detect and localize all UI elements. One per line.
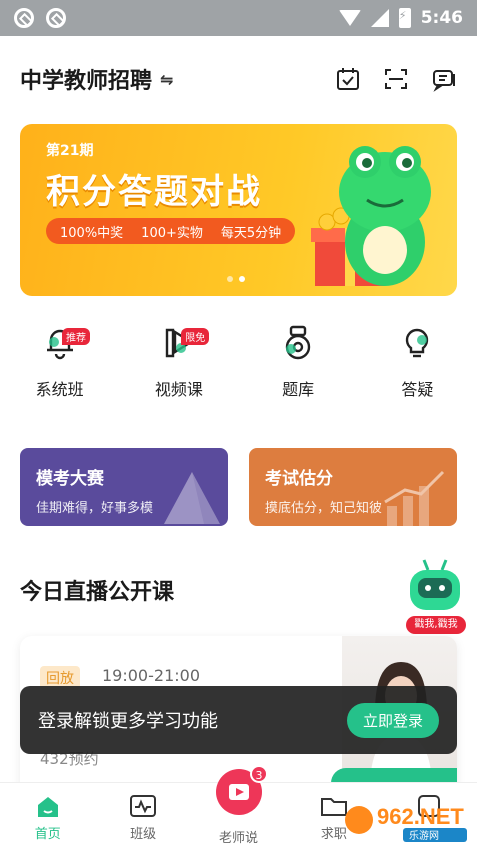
pulse-board-icon bbox=[128, 793, 158, 819]
home-icon bbox=[33, 793, 63, 819]
feature-cards: 模考大赛 佳期难得，好事多模 考试估分 摸底估分，知己知彼 bbox=[20, 448, 457, 526]
category-grid: 推荐 系统班 限免 视频课 题库 答疑 bbox=[0, 322, 477, 412]
promo-banner[interactable]: 第21期 积分答题对战 100%中奖 100+实物 每天5分钟 bbox=[20, 124, 457, 296]
notification-badge: 3 bbox=[249, 765, 268, 783]
mock-exam-card[interactable]: 模考大赛 佳期难得，好事多模 bbox=[20, 448, 228, 526]
notification-icon bbox=[46, 8, 66, 28]
switch-exam-icon[interactable]: ⇋ bbox=[160, 70, 173, 89]
banner-tag: 100+实物 bbox=[141, 225, 203, 241]
question-bank-icon bbox=[278, 322, 318, 362]
nav-home[interactable]: 首页 bbox=[0, 783, 95, 848]
category-label: 题库 bbox=[282, 380, 315, 399]
login-button[interactable]: 立即登录 bbox=[346, 702, 439, 738]
score-estimate-card[interactable]: 考试估分 摸底估分，知己知彼 bbox=[249, 448, 457, 526]
category-video-course[interactable]: 限免 视频课 bbox=[119, 322, 238, 412]
category-label: 答疑 bbox=[401, 380, 434, 399]
svg-text:乐游网: 乐游网 bbox=[409, 829, 439, 842]
signal-icon bbox=[370, 9, 389, 27]
lightbulb-icon bbox=[397, 322, 437, 362]
carousel-dot[interactable] bbox=[227, 276, 233, 282]
banner-tag: 每天5分钟 bbox=[220, 225, 282, 241]
login-toast: 登录解锁更多学习功能 立即登录 bbox=[20, 686, 457, 754]
category-label: 视频课 bbox=[154, 380, 203, 399]
wifi-icon bbox=[338, 10, 361, 26]
notification-icon bbox=[14, 8, 34, 28]
message-icon[interactable] bbox=[431, 66, 457, 92]
nav-class[interactable]: 班级 bbox=[95, 783, 190, 848]
carousel-dot-active[interactable] bbox=[239, 276, 245, 282]
carousel-indicator bbox=[227, 276, 245, 282]
category-question-bank[interactable]: 题库 bbox=[239, 322, 358, 412]
scan-icon[interactable] bbox=[383, 66, 409, 92]
nav-teacher-talk[interactable]: 3 老师说 bbox=[191, 765, 286, 848]
category-qa[interactable]: 答疑 bbox=[358, 322, 477, 412]
nav-label: 老师说 bbox=[219, 831, 259, 846]
calendar-check-icon[interactable] bbox=[335, 66, 361, 92]
chart-growth-icon bbox=[384, 470, 445, 526]
page-title[interactable]: 中学教师招聘 bbox=[20, 63, 152, 95]
watermark-logo: 962.NET 乐游网 bbox=[345, 804, 467, 842]
app-header: 中学教师招聘 ⇋ bbox=[0, 36, 477, 122]
category-label: 系统班 bbox=[35, 380, 84, 399]
status-bar: 5:46 bbox=[0, 0, 477, 36]
nav-label: 班级 bbox=[130, 827, 157, 842]
banner-tag: 100%中奖 bbox=[60, 225, 124, 241]
frog-mascot-illustration bbox=[311, 146, 431, 286]
banner-issue: 第21期 bbox=[46, 143, 94, 159]
pyramid-icon bbox=[164, 472, 220, 524]
badge-free: 限免 bbox=[181, 328, 210, 345]
nav-label: 首页 bbox=[34, 827, 61, 842]
banner-headline: 积分答题对战 bbox=[46, 172, 262, 212]
status-time: 5:46 bbox=[420, 8, 463, 28]
mascot-floating-button[interactable]: 戳我,戳我 bbox=[404, 556, 466, 634]
badge-recommend: 推荐 bbox=[62, 328, 90, 345]
mascot-label: 戳我,戳我 bbox=[406, 616, 466, 634]
category-system-class[interactable]: 推荐 系统班 bbox=[0, 322, 119, 412]
live-time: 19:00-21:00 bbox=[102, 666, 200, 685]
section-title-live: 今日直播公开课 bbox=[20, 580, 175, 605]
banner-tags: 100%中奖 100+实物 每天5分钟 bbox=[46, 218, 296, 244]
battery-icon bbox=[398, 8, 411, 28]
svg-text:962.NET: 962.NET bbox=[377, 804, 464, 829]
toast-message: 登录解锁更多学习功能 bbox=[38, 711, 218, 732]
